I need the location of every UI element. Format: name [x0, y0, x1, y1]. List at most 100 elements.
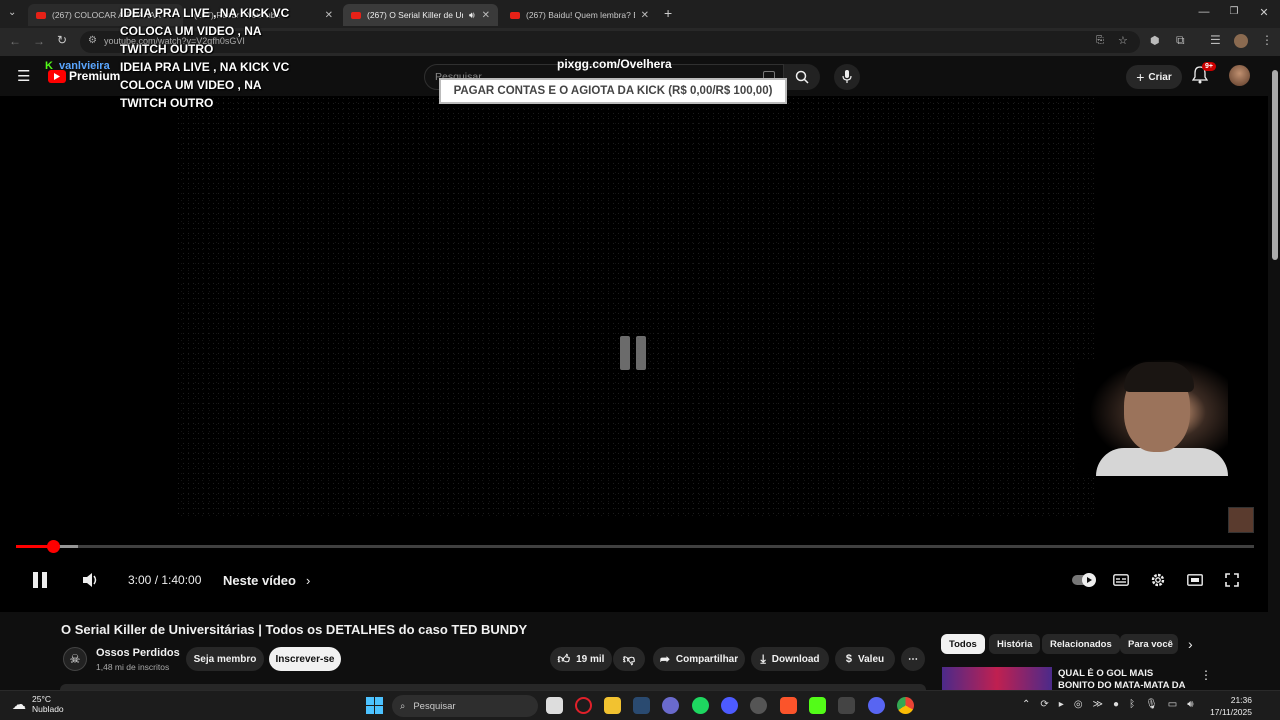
opera-icon[interactable]	[575, 697, 592, 714]
spotify-icon[interactable]: ●	[1113, 699, 1119, 710]
steam-icon[interactable]	[633, 697, 650, 714]
download-button[interactable]: ⤓ Download	[751, 647, 829, 671]
profile-avatar[interactable]	[1234, 34, 1248, 48]
scrollbar-thumb[interactable]	[1272, 70, 1278, 260]
theater-mode-icon	[1187, 574, 1203, 586]
chevron-up-icon[interactable]: ⌃	[1022, 699, 1030, 710]
chip-all[interactable]: Todos	[941, 634, 985, 654]
new-tab-icon[interactable]: +	[664, 5, 672, 21]
taskbar-search[interactable]: ⌕ Pesquisar	[392, 695, 538, 717]
system-tray[interactable]: ⌃ ⟳ ▸ ◎ ≫ ● ᛒ 🎙︎ ▭ 🔊︎	[1022, 699, 1194, 710]
autoplay-toggle[interactable]	[1072, 566, 1096, 594]
chip-history[interactable]: História	[989, 634, 1041, 654]
app-icon[interactable]	[662, 697, 679, 714]
kick-icon[interactable]	[809, 697, 826, 714]
fullscreen-icon	[1225, 573, 1239, 587]
pause-button[interactable]	[32, 566, 48, 594]
video-player[interactable]: 3:00 / 1:40:00 Neste vídeo ›	[0, 96, 1268, 612]
app-icon[interactable]	[750, 697, 767, 714]
chrome-icon[interactable]	[897, 697, 914, 714]
install-app-icon[interactable]: ⎘	[1096, 35, 1104, 46]
sync-icon[interactable]: ⟳	[1040, 699, 1048, 710]
thanks-button[interactable]: $ Valeu	[835, 647, 895, 671]
network-icon[interactable]: ▭	[1168, 699, 1177, 710]
create-button[interactable]: + Criar	[1126, 65, 1182, 89]
fullscreen-button[interactable]	[1225, 566, 1239, 594]
chevron-right-icon[interactable]: ›	[1188, 636, 1193, 652]
related-video-title[interactable]: QUAL É O GOL MAIS BONITO DO MATA-MATA DA	[1058, 668, 1188, 690]
super-thanks-icon: $	[845, 653, 852, 665]
plus-icon: +	[1136, 69, 1145, 85]
scrubber-handle[interactable]	[47, 540, 61, 553]
volume-icon[interactable]: 🔊︎	[1187, 699, 1193, 710]
kick-logo-icon: K	[45, 60, 53, 72]
share-label: Compartilhar	[675, 653, 739, 665]
related-video-thumbnail[interactable]	[942, 667, 1052, 690]
chip-related[interactable]: Relacionados	[1042, 634, 1120, 654]
audio-playing-icon[interactable]: 🔊︎	[469, 10, 475, 21]
reload-icon[interactable]: ↻	[57, 33, 67, 47]
microphone-icon[interactable]: 🎙︎	[1145, 699, 1158, 710]
browser-tab[interactable]: (267) Baidu! Quem lembra? Bas ✕	[502, 4, 657, 26]
close-tab-icon[interactable]: ✕	[325, 10, 333, 21]
tray-app-icon[interactable]: ◎	[1074, 699, 1083, 710]
site-info-icon[interactable]: ⚙	[88, 35, 97, 46]
progress-bar[interactable]	[16, 540, 1254, 553]
download-icon: ⤓	[760, 651, 766, 666]
hamburger-menu-icon[interactable]: ☰	[17, 67, 30, 85]
app-icon[interactable]	[838, 697, 855, 714]
chapter-label: Neste vídeo	[223, 572, 296, 588]
search-button[interactable]	[784, 64, 820, 90]
close-tab-icon[interactable]: ✕	[482, 10, 490, 21]
minimize-window-icon[interactable]: —	[1194, 6, 1214, 18]
share-icon: ➦	[659, 652, 670, 666]
stream-overlay-text: IDEIA PRA LIVE , NA KICK VC COLOCA UM VI…	[120, 6, 290, 56]
windows-start-icon[interactable]	[366, 697, 383, 714]
file-explorer-icon[interactable]	[604, 697, 621, 714]
spotify-icon[interactable]	[692, 697, 709, 714]
settings-button[interactable]	[1150, 566, 1166, 594]
more-actions-button[interactable]: ⋯	[901, 647, 925, 671]
channel-name[interactable]: Ossos Perdidos	[96, 647, 180, 659]
close-tab-icon[interactable]: ✕	[641, 10, 649, 21]
cloud-icon: ☁	[12, 695, 26, 712]
discord-icon[interactable]	[868, 697, 885, 714]
app-icon[interactable]	[721, 697, 738, 714]
chapters-button[interactable]: Neste vídeo ›	[223, 566, 310, 594]
theater-mode-button[interactable]	[1187, 566, 1203, 594]
reading-list-icon[interactable]: ☰	[1210, 33, 1221, 47]
extensions-puzzle-icon[interactable]: ⧉	[1176, 33, 1185, 48]
restore-window-icon[interactable]: ❐	[1224, 6, 1244, 17]
bookmark-star-icon[interactable]: ☆	[1118, 34, 1128, 47]
notifications-button[interactable]: 9+	[1192, 62, 1216, 84]
tray-app-icon[interactable]: ≫	[1093, 699, 1103, 710]
weather-widget[interactable]: ☁ 25°C Nublado	[12, 694, 64, 714]
back-icon[interactable]: ←	[9, 34, 21, 48]
subtitles-button[interactable]	[1113, 566, 1129, 594]
forward-icon[interactable]: →	[33, 34, 45, 48]
browser-menu-icon[interactable]: ⋮	[1261, 33, 1273, 47]
account-avatar[interactable]	[1229, 65, 1250, 86]
task-view-icon[interactable]	[546, 697, 563, 714]
subscribe-button[interactable]: Inscrever-se	[269, 647, 341, 671]
more-vertical-icon[interactable]: ⋮	[1200, 668, 1212, 682]
channel-thumbnail-watermark[interactable]	[1228, 507, 1254, 533]
voice-search-button[interactable]	[834, 64, 860, 90]
browser-tab-active[interactable]: (267) O Serial Killer de Univ 🔊︎ ✕	[343, 4, 498, 26]
chip-for-you[interactable]: Para você	[1120, 634, 1178, 654]
share-button[interactable]: ➦ Compartilhar	[653, 647, 745, 671]
brave-icon[interactable]	[780, 697, 797, 714]
clock-date: 17/11/2025	[1210, 707, 1252, 717]
extension-icon[interactable]: ⬢	[1150, 34, 1160, 47]
channel-avatar[interactable]: ☠	[63, 647, 87, 671]
play-icon[interactable]: ▸	[1059, 699, 1064, 710]
volume-button[interactable]	[82, 566, 100, 594]
dislike-button[interactable]: 👎︎	[613, 647, 645, 671]
page-scrollbar[interactable]	[1270, 60, 1280, 690]
taskbar-clock[interactable]: 21:36 17/11/2025	[1206, 694, 1252, 718]
bluetooth-icon[interactable]: ᛒ	[1129, 699, 1135, 710]
join-button[interactable]: Seja membro	[186, 647, 264, 671]
tab-list-chevron-icon[interactable]: ⌄	[8, 7, 16, 18]
close-window-icon[interactable]: ✕	[1254, 6, 1274, 19]
like-button[interactable]: 👍︎ 19 mil	[550, 647, 612, 671]
